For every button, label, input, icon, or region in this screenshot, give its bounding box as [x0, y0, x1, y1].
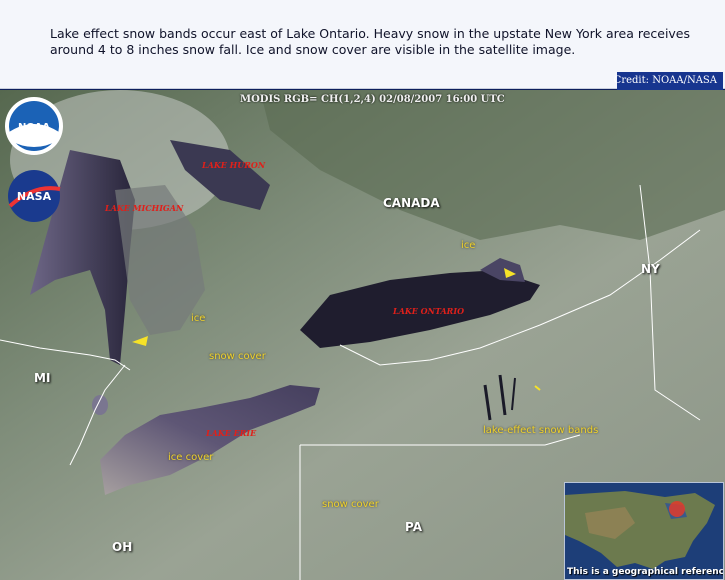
agency-logos: NOAA NASA — [5, 97, 63, 222]
label-lake-huron: LAKE HURON — [202, 160, 266, 170]
caption-text: Lake effect snow bands occur east of Lak… — [50, 26, 691, 57]
region-pa: PA — [405, 520, 422, 534]
region-mi: MI — [34, 371, 51, 385]
satellite-header: MODIS RGB= CH(1,2,4) 02/08/2007 16:00 UT… — [240, 94, 505, 105]
label-lake-michigan: LAKE MICHIGAN — [105, 203, 184, 213]
inset-region-marker — [669, 501, 685, 517]
label-lake-ontario: LAKE ONTARIO — [393, 306, 465, 316]
satellite-map: NOAA NASA MODIS RGB= CH(1,2,4) 02/08/200… — [0, 90, 725, 580]
noaa-logo: NOAA — [5, 97, 63, 155]
credit-text: Credit: NOAA/NASA — [613, 75, 717, 86]
region-ny: NY — [641, 262, 660, 276]
label-ice-west: ice — [191, 313, 206, 324]
caption-panel: Lake effect snow bands occur east of Lak… — [0, 0, 725, 90]
label-snow-cover-ontario: snow cover — [209, 351, 266, 362]
label-ice-north: ice — [461, 240, 476, 251]
reference-inset-map: This is a geographical reference — [564, 482, 724, 580]
region-oh: OH — [112, 540, 133, 554]
nasa-logo: NASA — [8, 170, 61, 222]
region-canada: CANADA — [383, 196, 440, 210]
svg-text:NASA: NASA — [17, 190, 52, 203]
credit-bar: Credit: NOAA/NASA — [613, 72, 723, 90]
label-snow-cover-pa: snow cover — [322, 499, 379, 510]
label-lake-effect: lake-effect snow bands — [483, 425, 599, 436]
inset-graphic — [565, 483, 723, 579]
inset-label: This is a geographical reference — [567, 567, 724, 577]
label-ice-cover: ice cover — [168, 452, 214, 463]
svg-text:NOAA: NOAA — [18, 122, 50, 133]
label-lake-erie: LAKE ERIE — [206, 428, 257, 438]
